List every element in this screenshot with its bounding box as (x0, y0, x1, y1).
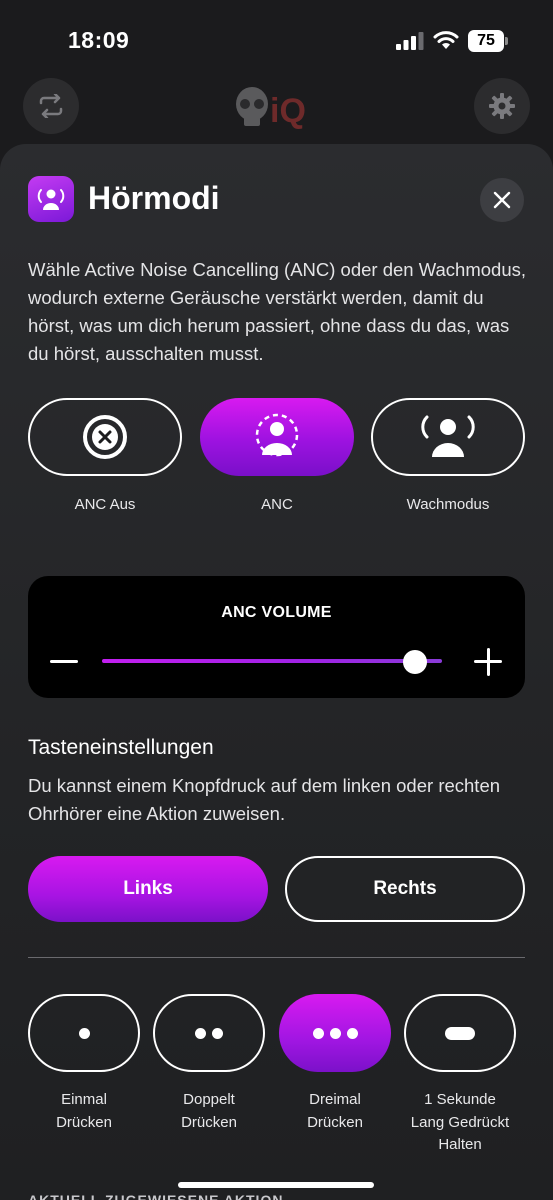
press-dot-icon (195, 1027, 206, 1039)
single-press-label: Einmal Drücken (56, 1091, 112, 1131)
anc-volume-slider-thumb[interactable] (402, 650, 427, 674)
right-earbud-button[interactable]: Rechts (285, 856, 525, 922)
settings-button[interactable] (474, 78, 530, 134)
battery-indicator: 75 (468, 30, 508, 52)
awareness-person-icon (37, 189, 65, 210)
anc-volume-card: ANC VOLUME (28, 576, 525, 698)
mode-anc-off-button[interactable] (28, 398, 182, 476)
home-indicator[interactable] (178, 1182, 374, 1188)
mode-label-anc-off: ANC Aus (74, 496, 136, 513)
battery-level: 75 (468, 30, 504, 52)
close-button[interactable] (480, 178, 524, 222)
battery-tip (505, 37, 508, 45)
press-dot-icon (329, 1027, 341, 1039)
cellular-signal-icon (396, 32, 424, 50)
mode-label-anc: ANC (261, 496, 293, 513)
double-press-label: Doppelt Drücken (181, 1091, 237, 1131)
status-bar: 18:09 75 (0, 0, 553, 80)
close-icon (493, 191, 511, 209)
volume-decrease-button[interactable] (50, 660, 78, 663)
long-press-pill-icon (445, 1026, 475, 1040)
triple-press-button[interactable] (279, 994, 391, 1072)
anc-icon (255, 413, 299, 457)
app-header: iQ (0, 76, 553, 138)
long-press-label: 1 Sekunde Lang Gedrückt Halten (410, 1091, 510, 1153)
mode-awareness-button[interactable] (371, 398, 525, 476)
mode-anc-button[interactable] (200, 398, 354, 476)
listening-modes-sheet: Hörmodi Wähle Active Noise Cancelling (A… (0, 144, 553, 1200)
mode-label-awareness: Wachmodus (406, 496, 490, 513)
left-earbud-button[interactable]: Links (28, 856, 268, 922)
triple-press-label: Dreimal Drücken (307, 1091, 363, 1131)
switch-device-button[interactable] (23, 78, 79, 134)
press-dot-icon (346, 1027, 358, 1039)
anc-off-icon (83, 415, 127, 459)
swap-arrows-icon (39, 94, 63, 118)
skullcandy-iq-logo: iQ (236, 87, 306, 130)
double-press-button[interactable] (153, 994, 265, 1072)
section-divider (28, 957, 525, 958)
awareness-icon (421, 415, 475, 457)
press-dot-icon (78, 1027, 90, 1039)
long-press-button[interactable] (404, 994, 516, 1072)
assigned-action-heading: AKTUELL ZUGEWIESENE AKTION (28, 1192, 284, 1200)
press-dot-icon (312, 1027, 324, 1039)
sheet-description: Wähle Active Noise Cancelling (ANC) oder… (28, 259, 527, 364)
button-settings-title: Tasteneinstellungen (28, 736, 214, 759)
anc-volume-slider-track[interactable] (102, 659, 442, 663)
logo-text: iQ (270, 92, 306, 130)
volume-increase-button[interactable] (474, 648, 502, 676)
wifi-icon (433, 31, 459, 49)
status-time: 18:09 (68, 27, 130, 53)
press-dot-icon (212, 1027, 223, 1039)
button-settings-description: Du kannst einem Knopfdruck auf dem linke… (28, 775, 501, 824)
single-press-button[interactable] (28, 994, 140, 1072)
sheet-title: Hörmodi (88, 180, 220, 216)
listening-mode-app-icon (28, 176, 74, 222)
gear-icon (489, 93, 515, 119)
anc-volume-title: ANC VOLUME (221, 604, 332, 621)
